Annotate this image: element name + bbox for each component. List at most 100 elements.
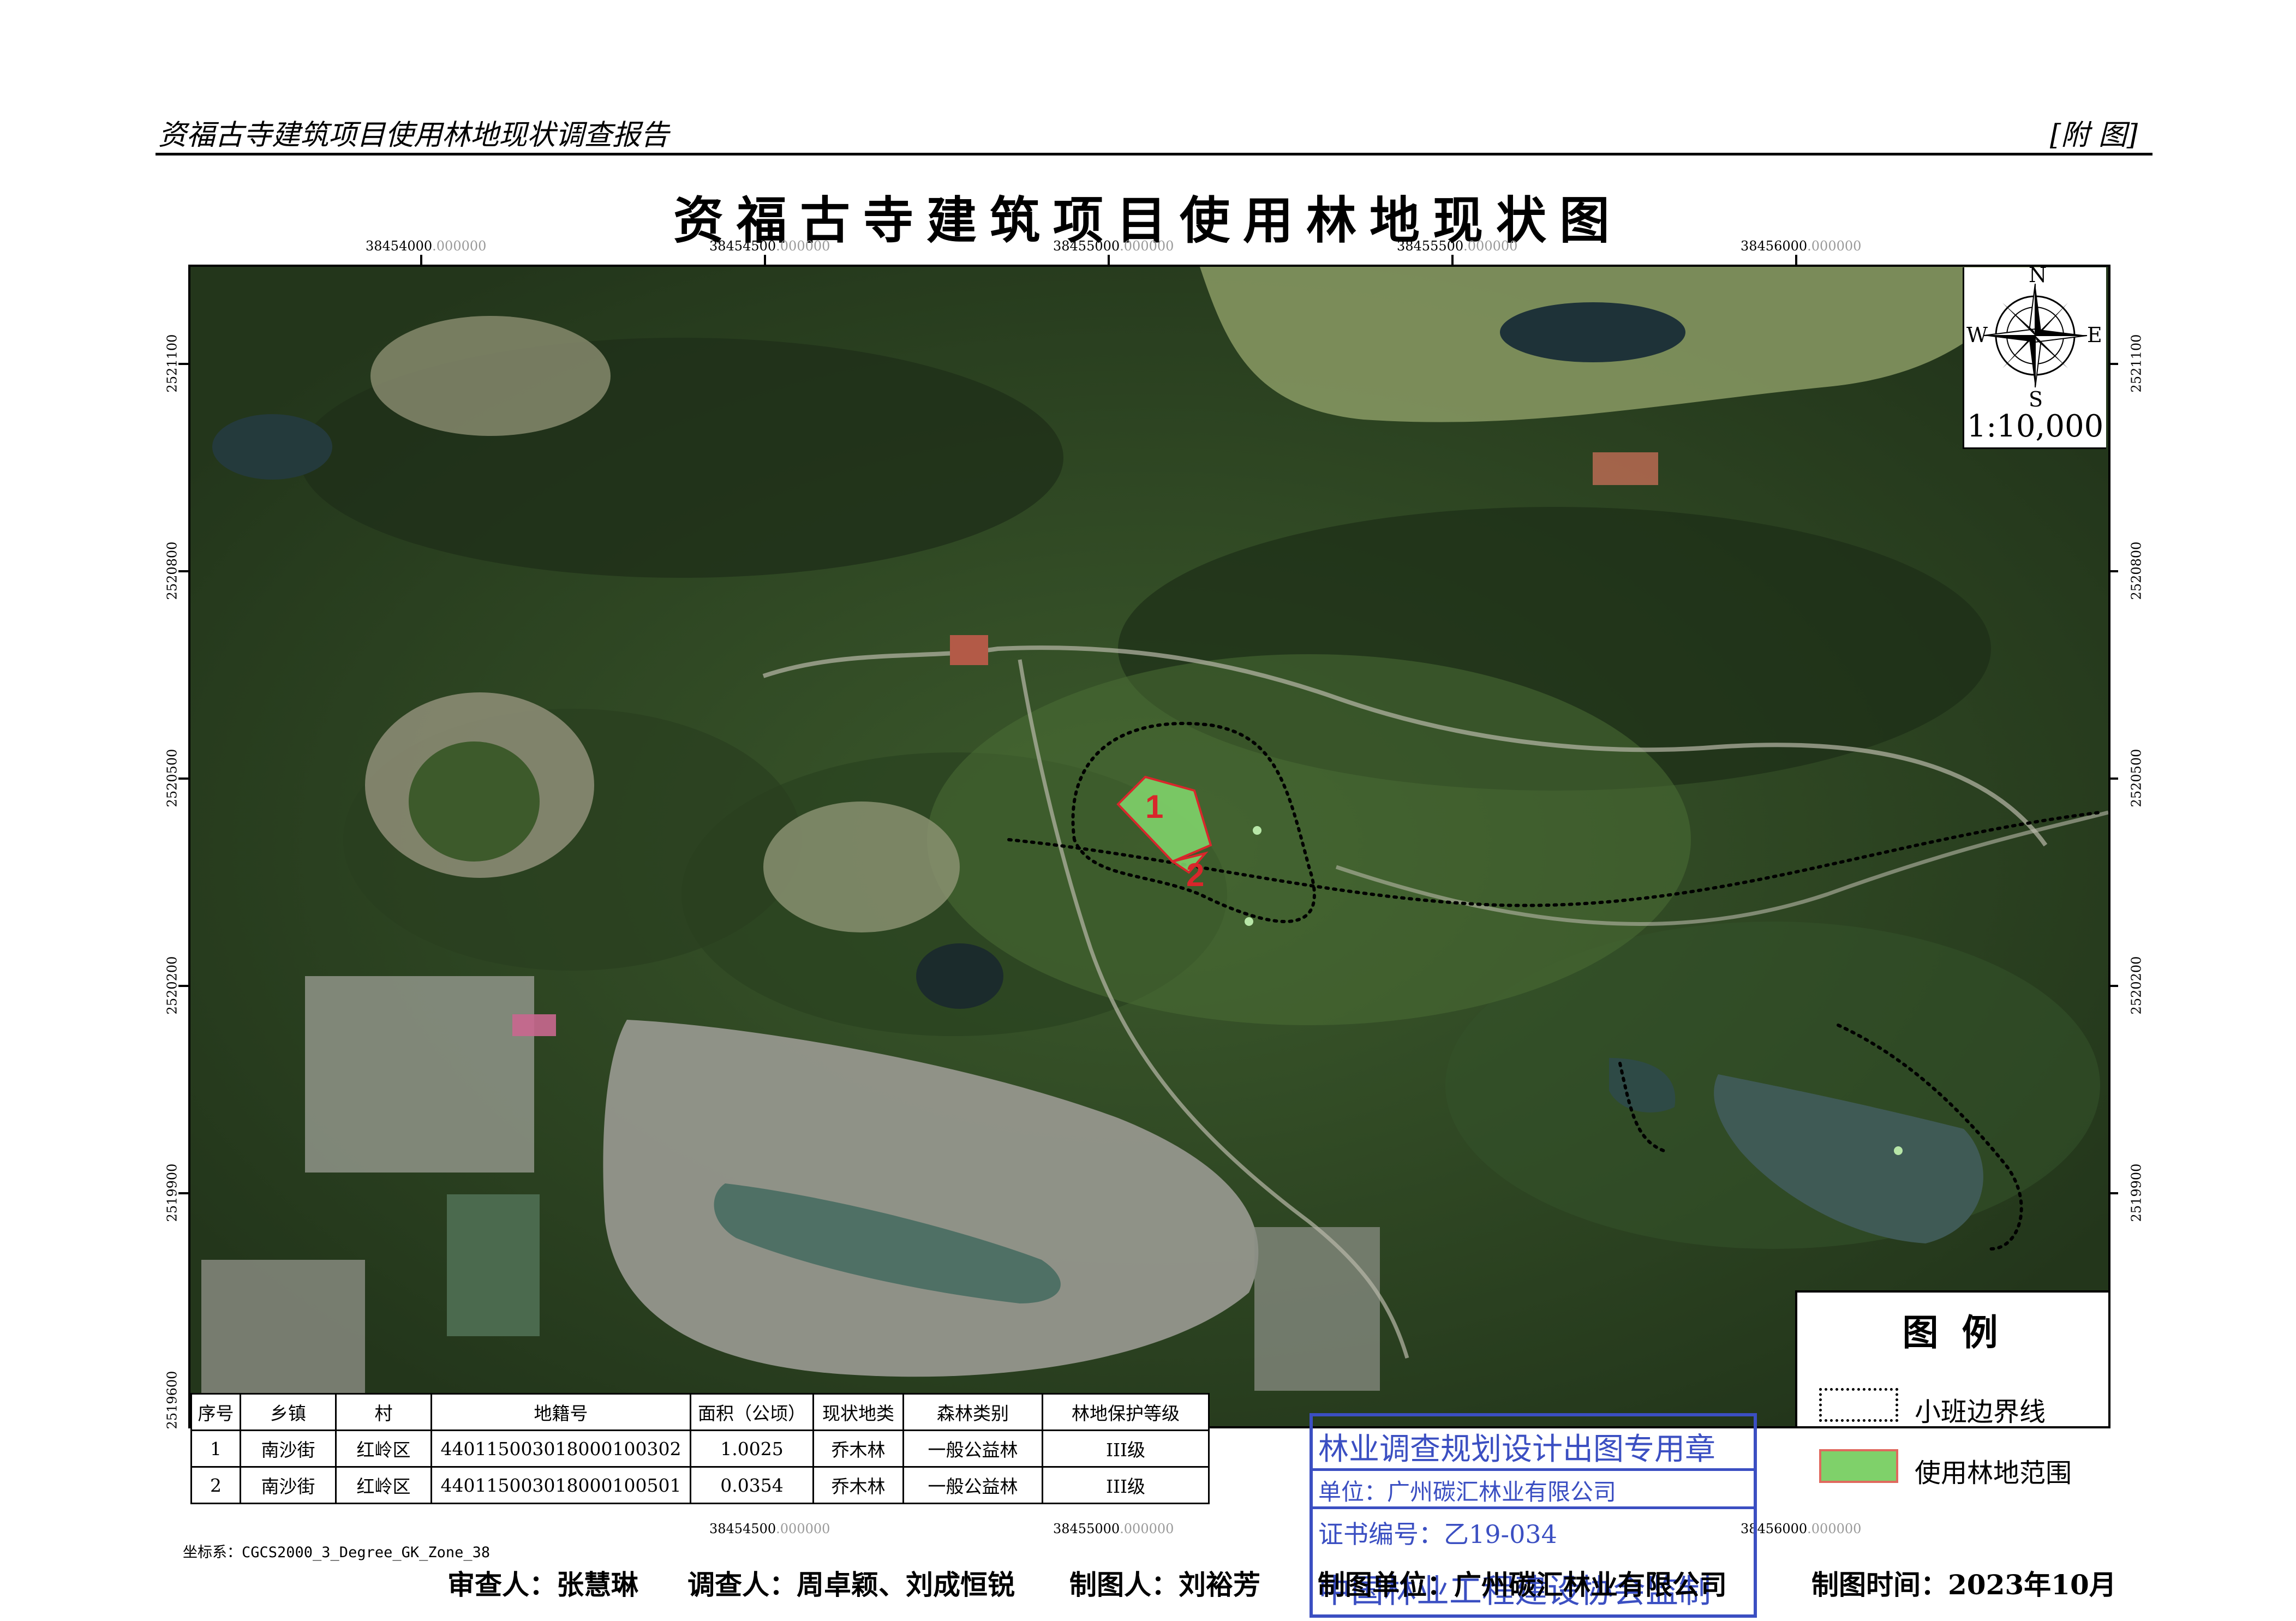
- tick: [178, 777, 188, 780]
- y-coord-right-5: 2519900: [2128, 1163, 2144, 1222]
- survey-point: [1245, 917, 1253, 926]
- table-header: 面积（公顷）: [690, 1393, 814, 1431]
- tick: [178, 570, 188, 572]
- table-cell: 1.0025: [690, 1429, 814, 1468]
- stamp-unit: 单位：广州碳汇林业有限公司: [1318, 1479, 1617, 1505]
- y-coord-left-2: 2520800: [164, 541, 180, 600]
- table-row: 1 南沙街 红岭区 440115003018000100302 1.0025 乔…: [190, 1429, 1210, 1468]
- table-cell: 440115003018000100302: [430, 1429, 691, 1468]
- compass-rose: N S E W 1:10,000: [1963, 263, 2106, 449]
- table-cell: 一般公益林: [902, 1429, 1043, 1468]
- coordinate-system: 坐标系：CGCS2000_3_Degree_GK_Zone_38: [183, 1544, 491, 1561]
- tick: [420, 255, 422, 265]
- drafting-date: 制图时间：2023年10月: [1811, 1569, 2116, 1601]
- table-cell: 红岭区: [335, 1429, 432, 1468]
- table-header: 村: [335, 1393, 432, 1431]
- stamp-certificate: 证书编号：乙19-034: [1318, 1520, 1557, 1549]
- villa-buildings: [1593, 452, 1658, 485]
- reviewer: 审查人：张慧琳: [447, 1569, 638, 1601]
- y-coord-right-1: 2521100: [2128, 334, 2144, 393]
- pond: [212, 414, 332, 480]
- compass-south: S: [2029, 387, 2043, 411]
- quarry: [370, 316, 611, 436]
- table-header: 林地保护等级: [1042, 1393, 1210, 1431]
- legend: 图 例 小班边界线 使用林地范围: [1795, 1290, 2108, 1488]
- plot-2-label: 2: [1186, 857, 1205, 893]
- report-title: 资福古寺建筑项目使用林地现状调查报告: [158, 119, 669, 152]
- table-header: 森林类别: [902, 1393, 1043, 1431]
- y-coord-right-3: 2520500: [2128, 749, 2144, 807]
- table-header-row: 序号 乡镇 村 地籍号 面积（公顷） 现状地类 森林类别 林地保护等级: [190, 1393, 1210, 1431]
- x-coord-top-3: 38455000.000000: [1053, 238, 1174, 254]
- residential-block: [305, 976, 534, 1173]
- table-cell: 1: [190, 1429, 241, 1468]
- tick: [1795, 255, 1797, 265]
- y-coord-left-5: 2519900: [164, 1163, 180, 1222]
- table-row: 2 南沙街 红岭区 440115003018000100501 0.0354 乔…: [190, 1466, 1210, 1504]
- y-coord-left-1: 2521100: [164, 334, 180, 393]
- table-cell: 南沙街: [240, 1466, 337, 1504]
- light-forest-area: [927, 654, 1691, 1025]
- table-header: 地籍号: [430, 1393, 691, 1431]
- temple-building: [950, 635, 988, 665]
- tick: [1108, 255, 1110, 265]
- survey-point: [1253, 826, 1261, 835]
- x-coord-top-4: 38455500.000000: [1397, 238, 1518, 254]
- village: [201, 1260, 365, 1402]
- y-coord-left-3: 2520500: [164, 749, 180, 807]
- drafting-unit: 制图单位：广州碳汇林业有限公司: [1318, 1569, 1727, 1601]
- x-coord-bottom-2: 38454500.000000: [709, 1521, 830, 1536]
- pond: [916, 943, 1003, 1009]
- header-rule: [156, 153, 2152, 155]
- y-coord-right-2: 2520800: [2128, 541, 2144, 600]
- x-coord-bottom-3: 38455000.000000: [1053, 1521, 1174, 1536]
- table-cell: III级: [1042, 1466, 1210, 1504]
- compass-east: E: [2087, 323, 2102, 347]
- x-coord-top-1: 38454000.000000: [366, 238, 487, 254]
- x-coord-top-2: 38454500.000000: [709, 238, 830, 254]
- table-cell: 0.0354: [690, 1466, 814, 1504]
- stamp-title: 林业调查规划设计出图专用章: [1318, 1432, 1715, 1467]
- compass-north: N: [2029, 263, 2047, 287]
- table-cell: 南沙街: [240, 1429, 337, 1468]
- section-label: [附 图]: [2049, 119, 2138, 152]
- table-cell: 440115003018000100501: [430, 1466, 691, 1504]
- stamp-divider: [1313, 1506, 1754, 1509]
- table-cell: III级: [1042, 1429, 1210, 1468]
- table-cell: 2: [190, 1466, 241, 1504]
- y-coord-left-6: 2519600: [164, 1371, 180, 1429]
- pink-building: [512, 1014, 556, 1036]
- dotted-boundary-swatch: [1819, 1388, 1898, 1422]
- compass-west: W: [1966, 323, 1988, 347]
- drafter: 制图人：刘裕芳: [1069, 1569, 1260, 1601]
- water-field: [447, 1194, 540, 1336]
- legend-label: 使用林地范围: [1915, 1459, 2072, 1488]
- investigators: 调查人：周卓颖、刘成恒锐: [687, 1569, 1015, 1601]
- village: [1254, 1227, 1380, 1391]
- tick: [178, 1192, 188, 1194]
- table-header: 序号: [190, 1393, 241, 1431]
- table-cell: 红岭区: [335, 1466, 432, 1504]
- clearing: [763, 801, 960, 932]
- golf-pond: [1500, 302, 1685, 362]
- tick: [178, 985, 188, 987]
- satellite-map[interactable]: 1 2: [188, 265, 2110, 1428]
- table-header: 乡镇: [240, 1393, 337, 1431]
- table-header: 现状地类: [812, 1393, 904, 1431]
- legend-title: 图 例: [1902, 1311, 2004, 1354]
- map-imagery: [190, 267, 2108, 1426]
- y-coord-right-4: 2520200: [2128, 956, 2144, 1015]
- map-scale: 1:10,000: [1966, 409, 2104, 444]
- legend-label: 小班边界线: [1915, 1398, 2046, 1427]
- x-coord-bottom-5: 38456000.000000: [1741, 1521, 1862, 1536]
- x-coord-top-5: 38456000.000000: [1741, 238, 1862, 254]
- stamp-divider: [1313, 1468, 1754, 1471]
- y-coord-left-4: 2520200: [164, 956, 180, 1015]
- tick: [178, 363, 188, 365]
- plot-1-label: 1: [1145, 788, 1164, 825]
- tick: [764, 255, 766, 265]
- table-cell: 乔木林: [812, 1429, 904, 1468]
- tick: [1451, 255, 1454, 265]
- green-fill-swatch: [1819, 1449, 1898, 1483]
- survey-point: [1894, 1146, 1903, 1155]
